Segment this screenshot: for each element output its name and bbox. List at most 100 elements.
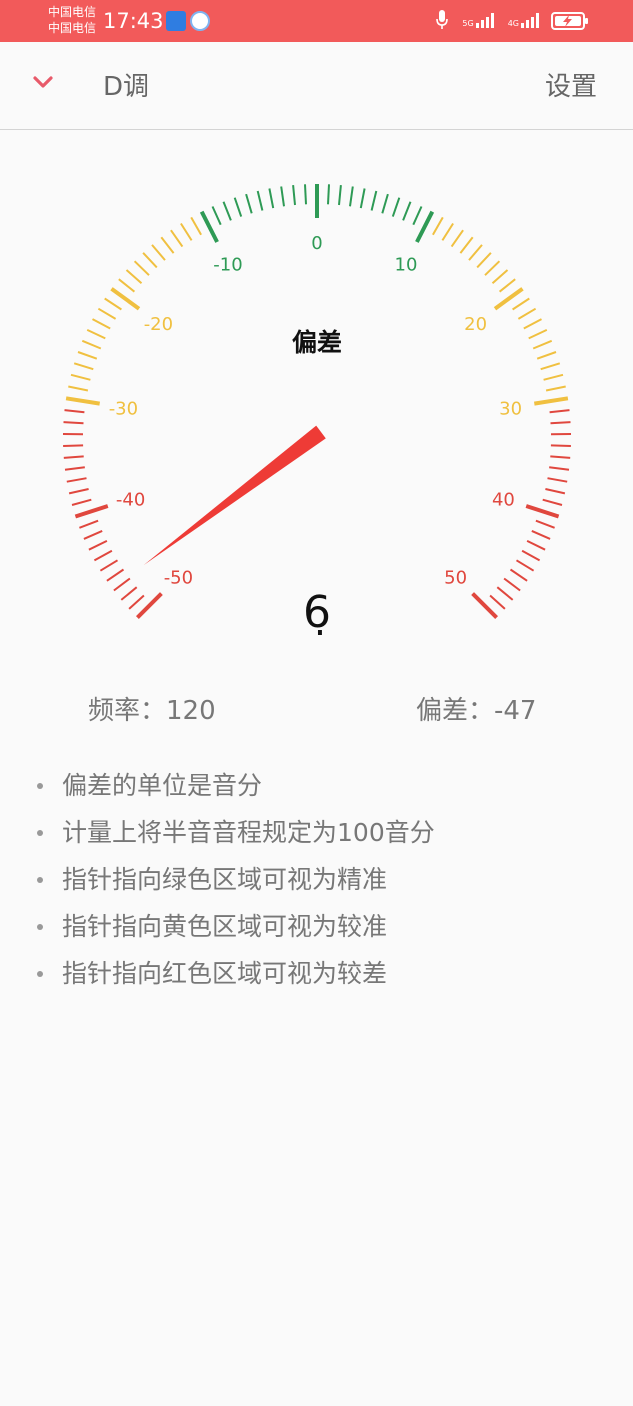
list-item: 偏差的单位是音分 bbox=[36, 762, 435, 809]
gauge-title: 偏差 bbox=[292, 328, 342, 357]
minor-tick bbox=[545, 385, 566, 392]
tick-label: -40 bbox=[116, 490, 145, 511]
key-selector[interactable]: D调 bbox=[103, 70, 149, 104]
minor-tick bbox=[66, 477, 87, 483]
minor-tick bbox=[545, 488, 566, 495]
minor-tick bbox=[531, 529, 551, 540]
major-tick bbox=[533, 396, 569, 406]
tick-label: -20 bbox=[144, 314, 173, 335]
minor-tick bbox=[63, 455, 84, 459]
minor-tick bbox=[359, 188, 366, 209]
minor-tick bbox=[550, 444, 571, 447]
major-tick bbox=[415, 210, 435, 243]
list-item: 计量上将半音音程规定为100音分 bbox=[36, 809, 435, 856]
minor-tick bbox=[79, 519, 99, 529]
minor-tick bbox=[113, 577, 131, 592]
minor-tick bbox=[535, 519, 555, 529]
minor-tick bbox=[97, 307, 117, 320]
minor-tick bbox=[180, 222, 193, 241]
tuning-gauge: -50 -40 -30 -20 -10 0 10 20 30 40 50 偏差 6̣ bbox=[62, 184, 572, 638]
minor-tick bbox=[142, 252, 158, 269]
minor-tick bbox=[484, 260, 501, 276]
minor-tick bbox=[88, 540, 108, 551]
notification-app-icon bbox=[190, 11, 210, 31]
network-type-label: 4G bbox=[507, 19, 519, 28]
minor-tick bbox=[106, 568, 125, 582]
tick-label: -30 bbox=[109, 398, 138, 419]
minor-tick bbox=[402, 201, 412, 221]
minor-tick bbox=[70, 373, 91, 381]
minor-tick bbox=[120, 586, 138, 601]
tick-label: 30 bbox=[499, 398, 522, 419]
minor-tick bbox=[211, 206, 222, 226]
minor-tick bbox=[93, 549, 113, 562]
minor-tick bbox=[160, 236, 175, 254]
minor-tick bbox=[338, 185, 342, 206]
minor-tick bbox=[190, 216, 202, 236]
settings-button[interactable]: 设置 bbox=[545, 70, 597, 104]
status-bar: 中国电信 中国电信 17:43 5G 4G bbox=[0, 0, 633, 42]
battery-charging-icon bbox=[551, 12, 588, 30]
tick-label: -50 bbox=[164, 568, 193, 589]
minor-tick bbox=[151, 244, 166, 261]
gauge-needle bbox=[143, 425, 326, 566]
minor-tick bbox=[292, 185, 296, 206]
minor-tick bbox=[104, 297, 122, 311]
minor-tick bbox=[509, 568, 528, 582]
minor-tick bbox=[468, 244, 483, 261]
carrier-info: 中国电信 中国电信 bbox=[48, 4, 96, 36]
minor-tick bbox=[128, 594, 145, 610]
note-symbol: 6̣ bbox=[303, 587, 331, 638]
minor-tick bbox=[496, 586, 514, 601]
minor-tick bbox=[450, 229, 464, 248]
major-tick bbox=[199, 210, 219, 243]
status-time: 17:43 bbox=[103, 9, 164, 33]
minor-tick bbox=[528, 328, 548, 340]
minor-tick bbox=[170, 229, 184, 248]
minor-tick bbox=[92, 318, 111, 330]
minor-tick bbox=[245, 193, 253, 214]
minor-tick bbox=[503, 577, 521, 592]
minor-tick bbox=[526, 540, 546, 551]
list-item: 指针指向黄色区域可视为较准 bbox=[36, 903, 435, 950]
minor-tick bbox=[86, 328, 106, 340]
minor-tick bbox=[280, 186, 285, 207]
tick-label: 20 bbox=[464, 314, 487, 335]
minor-tick bbox=[64, 466, 85, 471]
minor-tick bbox=[349, 186, 354, 207]
minor-tick bbox=[459, 236, 474, 254]
tick-label: 40 bbox=[492, 490, 515, 511]
notification-app-icon bbox=[166, 11, 186, 31]
major-tick bbox=[74, 504, 109, 519]
minor-tick bbox=[63, 444, 84, 447]
minor-tick bbox=[491, 269, 509, 285]
minor-tick bbox=[133, 260, 150, 276]
minor-tick bbox=[543, 373, 564, 381]
list-item: 指针指向红色区域可视为较差 bbox=[36, 950, 435, 997]
minor-tick bbox=[432, 216, 444, 236]
deviation-readout: 偏差：-47 bbox=[416, 696, 537, 726]
minor-tick bbox=[412, 206, 423, 226]
minor-tick bbox=[521, 549, 541, 562]
minor-tick bbox=[73, 362, 94, 371]
minor-tick bbox=[64, 409, 85, 414]
major-tick bbox=[65, 396, 101, 406]
chevron-down-icon[interactable] bbox=[33, 75, 53, 89]
signal-icon bbox=[475, 12, 494, 28]
minor-tick bbox=[547, 477, 568, 483]
tick-label: 0 bbox=[311, 233, 322, 254]
minor-tick bbox=[233, 197, 243, 217]
gauge-labels: -50 -40 -30 -20 -10 0 10 20 30 40 50 bbox=[109, 233, 522, 589]
minor-tick bbox=[118, 278, 136, 293]
minor-tick bbox=[68, 385, 89, 392]
minor-tick bbox=[125, 269, 143, 285]
minor-tick bbox=[498, 278, 516, 293]
tick-label: 50 bbox=[444, 568, 467, 589]
minor-tick bbox=[476, 252, 492, 269]
minor-tick bbox=[81, 339, 102, 350]
minor-tick bbox=[327, 184, 330, 205]
notes-list: 偏差的单位是音分 计量上将半音音程规定为100音分 指针指向绿色区域可视为精准 … bbox=[36, 762, 435, 997]
minor-tick bbox=[515, 559, 535, 572]
minor-tick bbox=[550, 421, 571, 425]
minor-tick bbox=[83, 529, 103, 540]
